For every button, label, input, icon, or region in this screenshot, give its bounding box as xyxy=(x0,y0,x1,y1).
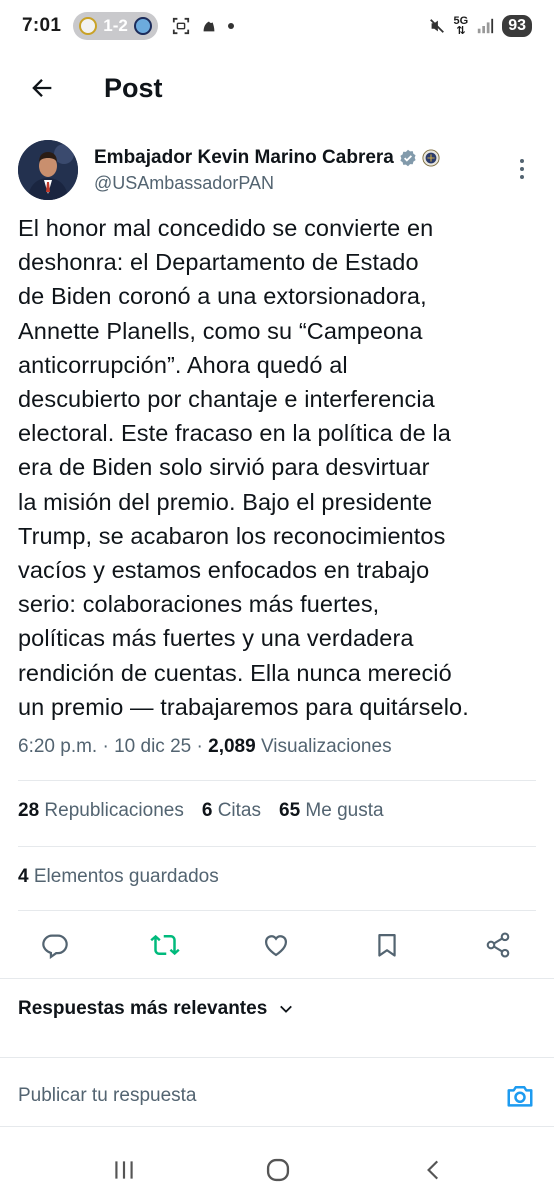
battery-indicator: 93 xyxy=(502,15,532,37)
government-seal-icon xyxy=(422,148,440,167)
post-text-line: la misión del premio. Bajo el presidente xyxy=(18,488,433,515)
divider xyxy=(0,1126,554,1127)
post-text: El honor mal concedido se convierte en de… xyxy=(18,211,542,724)
post-author: Embajador Kevin Marino Cabrera @USAmbass… xyxy=(18,140,538,200)
divider xyxy=(0,978,554,979)
repost-icon xyxy=(150,934,180,956)
post-text-line: El honor mal concedido se convierte en xyxy=(18,215,434,241)
profile-photo-icon xyxy=(18,140,78,200)
post-text-line: anticorrupción”. Ahora quedó al xyxy=(18,351,348,378)
divider xyxy=(18,846,536,847)
reposts-stat[interactable]: 28 Republicaciones xyxy=(18,800,184,822)
post-text-line: descubierto por chantaje e interferencia xyxy=(18,386,435,413)
post-text-line: serio: colaboraciones más fuertes, xyxy=(18,591,380,618)
recents-icon xyxy=(115,1161,133,1179)
arrow-left-icon xyxy=(32,79,52,97)
mute-icon xyxy=(429,19,444,33)
post-date[interactable]: 10 dic 25 xyxy=(114,736,191,757)
divider xyxy=(18,780,536,781)
back-button[interactable] xyxy=(22,68,62,108)
chevron-down-icon xyxy=(280,1005,293,1013)
replies-sort-dropdown[interactable]: Respuestas más relevantes xyxy=(18,998,295,1020)
heart-icon xyxy=(264,935,288,957)
system-back-button[interactable] xyxy=(414,1150,454,1190)
post-text-line: electoral. Este fracaso en la política d… xyxy=(18,420,451,447)
reply-icon xyxy=(42,934,68,959)
network-5g-icon: 5G ⇅ xyxy=(453,15,469,37)
page-title: Post xyxy=(104,72,163,103)
signal-icon xyxy=(478,18,494,34)
post-meta: 6:20 p.m. · 10 dic 25 · 2,089 Visualizac… xyxy=(18,736,392,757)
post-text-line: era de Biden solo sirvió para desvirtuar xyxy=(18,454,430,481)
live-score-pill: 1-2 xyxy=(73,12,158,40)
quotes-stat[interactable]: 6 Citas xyxy=(202,800,261,822)
views-label: Visualizaciones xyxy=(260,736,392,757)
post-text-line: Annette Planells, como su “Campeona xyxy=(18,317,423,344)
engagement-stats: 28 Republicaciones 6 Citas 65 Me gusta xyxy=(18,800,384,822)
post-text-line: un premio — trabajaremos para quitárselo… xyxy=(18,693,469,720)
system-nav-bar xyxy=(0,1140,554,1200)
home-icon xyxy=(266,1158,290,1182)
repost-button[interactable] xyxy=(148,928,182,962)
bookmark-icon xyxy=(378,933,396,957)
recent-apps-button[interactable] xyxy=(104,1150,144,1190)
share-icon xyxy=(486,932,510,958)
camera-icon xyxy=(507,1086,533,1107)
likes-stat[interactable]: 65 Me gusta xyxy=(279,800,384,822)
team-crest-icon xyxy=(79,17,98,35)
replies-sort-label: Respuestas más relevantes xyxy=(18,998,268,1019)
more-vertical-icon xyxy=(520,159,524,163)
bookmark-button[interactable] xyxy=(370,928,404,962)
team-crest-icon xyxy=(133,17,152,35)
divider xyxy=(18,910,536,911)
post-text-line: de Biden coronó a una extorsionadora, xyxy=(18,283,427,310)
post-text-line: rendición de cuentas. Ella nunca mereció xyxy=(18,659,452,686)
action-bar xyxy=(0,920,554,970)
post-text-line: Trump, se acabaron los reconocimientos xyxy=(18,522,446,549)
app-notification-icon xyxy=(203,21,215,32)
author-handle[interactable]: @USAmbassadorPAN xyxy=(94,173,440,194)
bookmarks-stat[interactable]: 4 Elementos guardados xyxy=(18,866,219,888)
author-name[interactable]: Embajador Kevin Marino Cabrera xyxy=(94,147,394,169)
top-app-bar: Post xyxy=(0,52,554,124)
reply-input[interactable] xyxy=(18,1085,458,1107)
more-notifications-icon xyxy=(227,23,234,29)
status-bar: 7:01 1-2 5G ⇅ 93 xyxy=(0,0,554,52)
post-text-line: vacíos y estamos enfocados en trabajo xyxy=(18,557,430,584)
screenshot-icon xyxy=(172,17,189,35)
share-button[interactable] xyxy=(481,928,515,962)
views-count: 2,089 xyxy=(208,736,256,757)
reply-button[interactable] xyxy=(38,928,72,962)
more-options-button[interactable] xyxy=(512,154,532,184)
post-text-line: políticas más fuertes y una verdadera xyxy=(18,625,414,652)
post-text-line: deshonra: el Departamento de Estado xyxy=(18,249,419,276)
post-time[interactable]: 6:20 p.m. xyxy=(18,736,97,757)
match-score: 1-2 xyxy=(103,16,128,35)
avatar[interactable] xyxy=(18,140,78,200)
verified-badge-icon xyxy=(400,149,416,166)
reply-composer xyxy=(18,1078,536,1114)
chevron-left-icon xyxy=(427,1160,439,1180)
like-button[interactable] xyxy=(259,928,293,962)
status-time: 7:01 xyxy=(22,15,62,36)
divider xyxy=(0,1057,554,1058)
home-button[interactable] xyxy=(258,1150,298,1190)
camera-button[interactable] xyxy=(504,1080,536,1112)
